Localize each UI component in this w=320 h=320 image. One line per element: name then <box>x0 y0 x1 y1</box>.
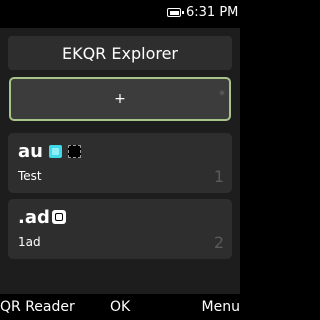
softkey-bar: QR Reader OK Menu <box>0 294 240 320</box>
white-square-icon <box>52 210 66 224</box>
entry-number: 1 <box>213 167 224 186</box>
list-item[interactable]: .ad 1ad 2 <box>8 199 232 259</box>
cyan-square-icon <box>49 145 62 158</box>
list-item[interactable]: au Test 1 <box>8 133 232 193</box>
entry-name: .ad <box>18 207 50 228</box>
softkey-center-ok[interactable]: OK <box>110 299 130 315</box>
entry-name: au <box>18 141 43 162</box>
plus-icon: + <box>114 91 126 107</box>
softkey-right-menu[interactable]: Menu <box>202 299 240 315</box>
add-entry-button[interactable]: + * <box>9 77 231 121</box>
entry-number: 2 <box>213 233 224 252</box>
page-title: EKQR Explorer <box>8 36 232 70</box>
star-indicator: * <box>219 88 225 102</box>
softkey-left-qr-reader[interactable]: QR Reader <box>0 299 75 315</box>
battery-full-icon <box>167 8 184 17</box>
qr-code-icon <box>68 145 81 158</box>
entry-subtitle: 1ad <box>18 235 41 249</box>
status-bar: 6:31 PM <box>0 0 240 28</box>
status-clock: 6:31 PM <box>186 5 239 20</box>
entry-subtitle: Test <box>18 169 42 183</box>
